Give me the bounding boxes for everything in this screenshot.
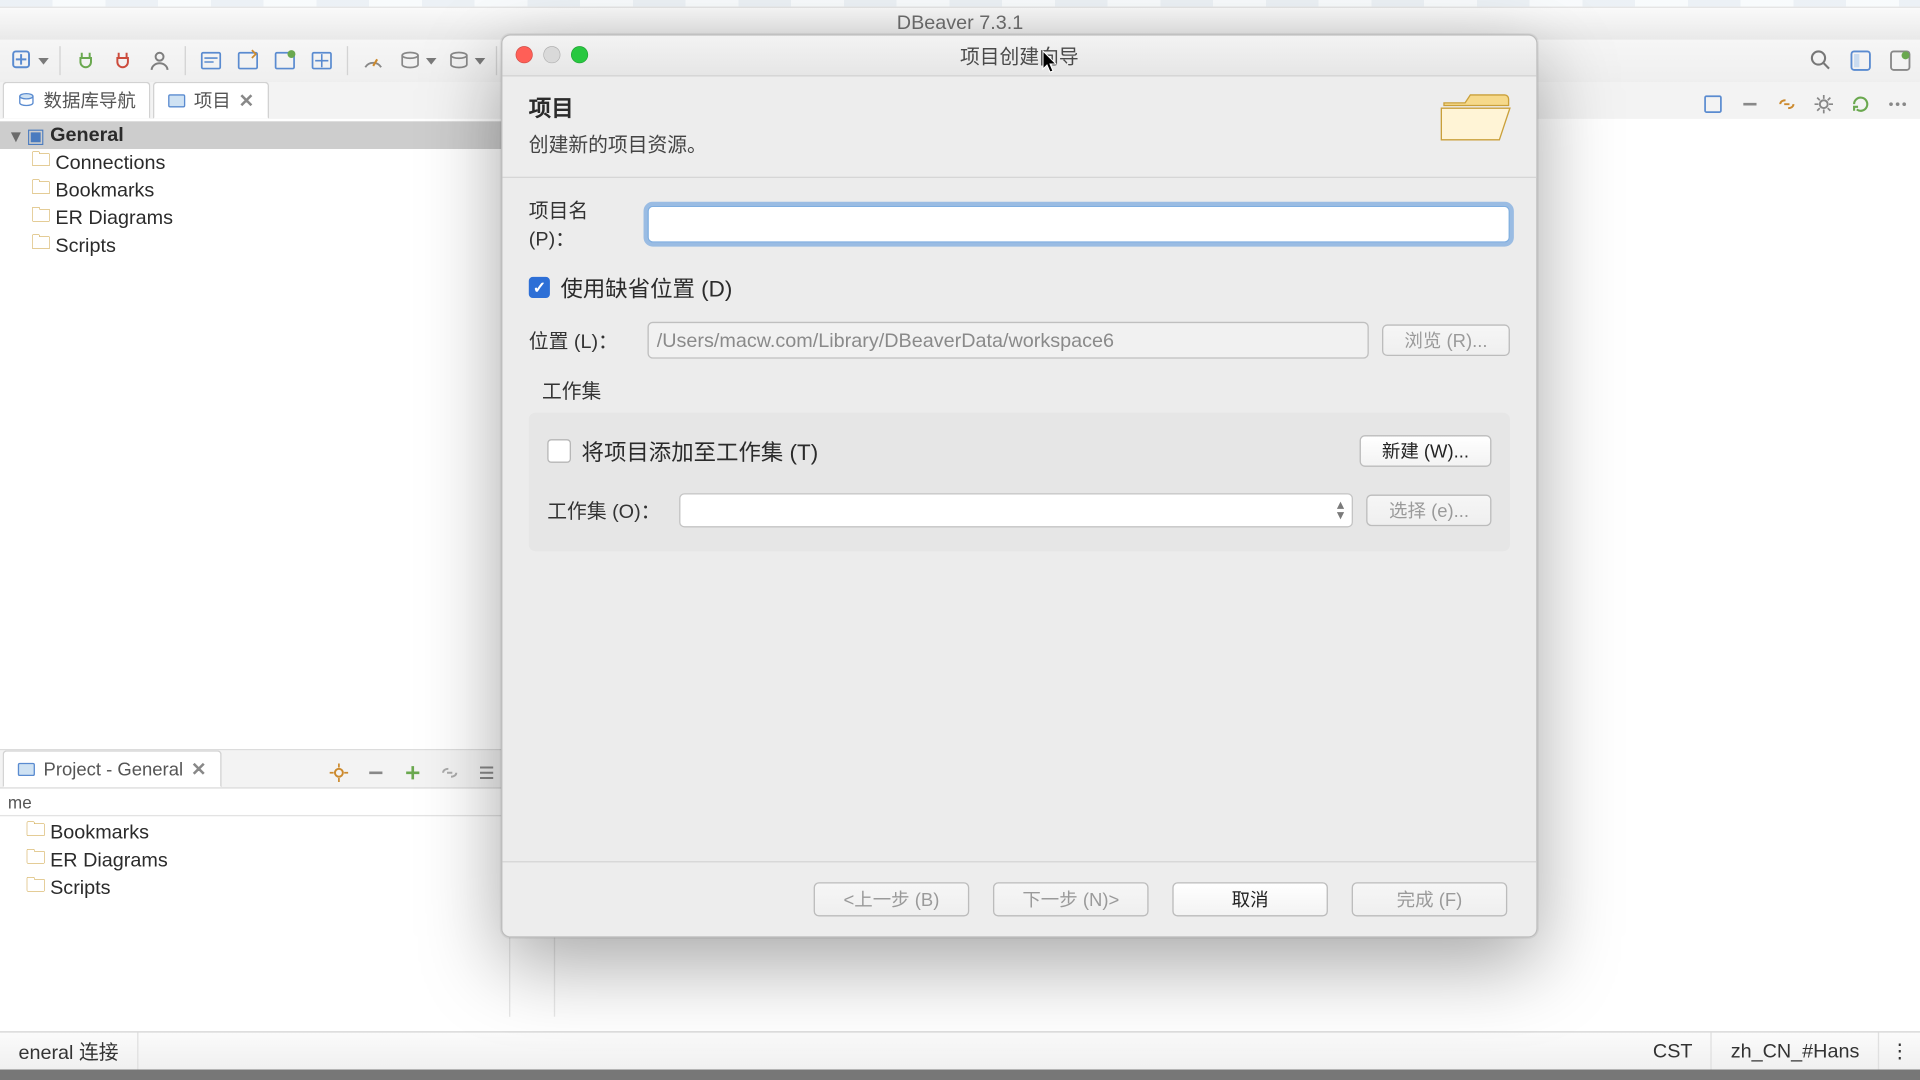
tab-label: Project - General bbox=[44, 758, 184, 779]
back-button: <上一步 (B) bbox=[814, 882, 970, 916]
folder-open-icon bbox=[1439, 84, 1513, 147]
plug-icon[interactable] bbox=[71, 46, 100, 75]
tree-label: Bookmarks bbox=[47, 822, 149, 844]
new-project-dialog: 项目创建向导 项目 创建新的项目资源。 项目名 (P)： ✓ 使用缺省位置 (D… bbox=[501, 34, 1537, 937]
tab-label: 项目 bbox=[194, 87, 231, 113]
tree-label: Scripts bbox=[47, 877, 110, 899]
tree-item-erdiagrams[interactable]: 🗀 ER Diagrams bbox=[0, 204, 509, 232]
sql-editor-icon[interactable] bbox=[196, 46, 225, 75]
tab-projects[interactable]: 项目 ✕ bbox=[153, 82, 269, 119]
close-icon[interactable]: ✕ bbox=[191, 758, 206, 780]
zoom-window-icon[interactable] bbox=[571, 46, 588, 63]
project-panel-tree[interactable]: ▸ 🗀 Bookmarks ▸ 🗀 ER Diagrams ▸ 🗀 Script… bbox=[0, 816, 509, 904]
tab-label: 数据库导航 bbox=[44, 87, 136, 113]
checkbox-checked-icon[interactable]: ✓ bbox=[529, 276, 550, 297]
project-name-label: 项目名 (P)： bbox=[529, 196, 634, 251]
perspective-icon[interactable] bbox=[1846, 46, 1875, 75]
panel-item-scripts[interactable]: ▸ 🗀 Scripts bbox=[0, 874, 509, 902]
finish-button: 完成 (F) bbox=[1352, 882, 1508, 916]
panel-settings-icon[interactable] bbox=[324, 758, 353, 787]
new-workingset-button[interactable]: 新建 (W)... bbox=[1359, 435, 1491, 467]
workingset-group: ✓ 将项目添加至工作集 (T) 新建 (W)... 工作集 (O)： ▴▾ 选择… bbox=[529, 413, 1510, 551]
add-to-workingset-label: 将项目添加至工作集 (T) bbox=[582, 434, 819, 467]
tree-label: Scripts bbox=[53, 235, 116, 257]
window-controls bbox=[516, 46, 589, 63]
panel-add-icon[interactable] bbox=[398, 758, 427, 787]
sidebar: ▾ ▣ General 🗀 Connections 🗀 Bookmarks 🗀 … bbox=[0, 119, 510, 1017]
sql-new-icon[interactable] bbox=[233, 46, 262, 75]
new-connection-dropdown[interactable] bbox=[8, 46, 49, 75]
tree-label: Connections bbox=[53, 152, 166, 174]
project-name-input[interactable] bbox=[647, 206, 1509, 243]
panel-column-header: me bbox=[0, 789, 509, 817]
checkbox-unchecked-icon[interactable]: ✓ bbox=[547, 438, 571, 462]
project-icon bbox=[167, 91, 185, 109]
cylinder-dropdown-2[interactable] bbox=[444, 46, 485, 75]
tree-label: ER Diagrams bbox=[53, 207, 173, 229]
chevron-down-icon: ▾ bbox=[8, 123, 24, 147]
tab-project-general[interactable]: Project - General ✕ bbox=[3, 750, 221, 787]
dialog-footer: <上一步 (B) 下一步 (N)> 取消 完成 (F) bbox=[502, 861, 1536, 936]
tree-label: General bbox=[47, 124, 123, 146]
panel-menu-icon[interactable] bbox=[472, 758, 501, 787]
close-icon[interactable]: ✕ bbox=[239, 89, 254, 111]
folder-icon: 🗀 bbox=[24, 872, 48, 905]
location-input bbox=[647, 322, 1368, 359]
project-panel: Project - General ✕ me ▸ 🗀 Bookmarks bbox=[0, 749, 509, 1017]
browse-icon[interactable] bbox=[307, 46, 336, 75]
status-timezone: CST bbox=[1634, 1033, 1712, 1070]
plug-red-icon[interactable] bbox=[108, 46, 137, 75]
cylinder-dropdown-1[interactable] bbox=[396, 46, 437, 75]
speedometer-icon[interactable] bbox=[359, 46, 388, 75]
tab-database-navigator[interactable]: 数据库导航 bbox=[3, 82, 151, 119]
folder-icon: 🗀 bbox=[29, 229, 53, 262]
quick-access bbox=[1807, 42, 1915, 79]
workingset-combo[interactable]: ▴▾ bbox=[679, 493, 1353, 527]
panel-item-bookmarks[interactable]: ▸ 🗀 Bookmarks bbox=[0, 819, 509, 847]
location-label: 位置 (L)： bbox=[529, 326, 634, 354]
close-window-icon[interactable] bbox=[516, 46, 533, 63]
status-bar: eneral 连接 CST zh_CN_#Hans ⋮ bbox=[0, 1031, 1920, 1069]
workingset-label: 工作集 (O)： bbox=[547, 496, 666, 524]
select-workingset-button: 选择 (e)... bbox=[1367, 495, 1492, 527]
dialog-title: 项目创建向导 bbox=[960, 42, 1079, 70]
search-icon[interactable] bbox=[1807, 46, 1836, 75]
tree-label: Bookmarks bbox=[53, 179, 155, 201]
project-tree[interactable]: ▾ ▣ General 🗀 Connections 🗀 Bookmarks 🗀 … bbox=[0, 119, 509, 263]
tree-item-connections[interactable]: 🗀 Connections bbox=[0, 149, 509, 177]
view-collapse-icon[interactable] bbox=[1735, 90, 1764, 119]
dialog-subtitle: 创建新的项目资源。 bbox=[529, 131, 1510, 159]
folder-icon: ▣ bbox=[24, 123, 48, 147]
dialog-titlebar[interactable]: 项目创建向导 bbox=[502, 36, 1536, 77]
tree-item-bookmarks[interactable]: 🗀 Bookmarks bbox=[0, 177, 509, 205]
status-menu-icon[interactable]: ⋮ bbox=[1879, 1033, 1920, 1070]
view-refresh-icon[interactable] bbox=[1846, 90, 1875, 119]
use-default-label: 使用缺省位置 (D) bbox=[560, 270, 732, 303]
view-link-icon[interactable] bbox=[1772, 90, 1801, 119]
view-new-icon[interactable] bbox=[1698, 90, 1727, 119]
panel-item-erdiagrams[interactable]: ▸ 🗀 ER Diagrams bbox=[0, 847, 509, 875]
next-button: 下一步 (N)> bbox=[993, 882, 1149, 916]
sql-recent-icon[interactable] bbox=[270, 46, 299, 75]
minimize-window-icon[interactable] bbox=[543, 46, 560, 63]
status-locale: zh_CN_#Hans bbox=[1712, 1033, 1879, 1070]
tree-item-scripts[interactable]: 🗀 Scripts bbox=[0, 232, 509, 260]
dialog-header: 项目 创建新的项目资源。 bbox=[502, 76, 1536, 178]
panel-link-icon[interactable] bbox=[435, 758, 464, 787]
tree-label: ER Diagrams bbox=[47, 849, 167, 871]
status-connection: eneral 连接 bbox=[0, 1033, 138, 1070]
view-menu-icon[interactable] bbox=[1883, 90, 1912, 119]
users-icon[interactable] bbox=[145, 46, 174, 75]
dialog-heading: 项目 bbox=[529, 90, 1510, 123]
project-icon bbox=[17, 760, 35, 778]
tree-root[interactable]: ▾ ▣ General bbox=[0, 121, 509, 149]
use-default-location-row[interactable]: ✓ 使用缺省位置 (D) bbox=[529, 270, 1510, 303]
view-settings-icon[interactable] bbox=[1809, 90, 1838, 119]
perspective-switch-icon[interactable] bbox=[1886, 46, 1915, 75]
cancel-button[interactable]: 取消 bbox=[1172, 882, 1328, 916]
browse-button: 浏览 (R)... bbox=[1382, 324, 1510, 356]
workingset-group-label: 工作集 bbox=[542, 377, 1510, 405]
db-tree-icon bbox=[17, 91, 35, 109]
panel-collapse-icon[interactable] bbox=[361, 758, 390, 787]
